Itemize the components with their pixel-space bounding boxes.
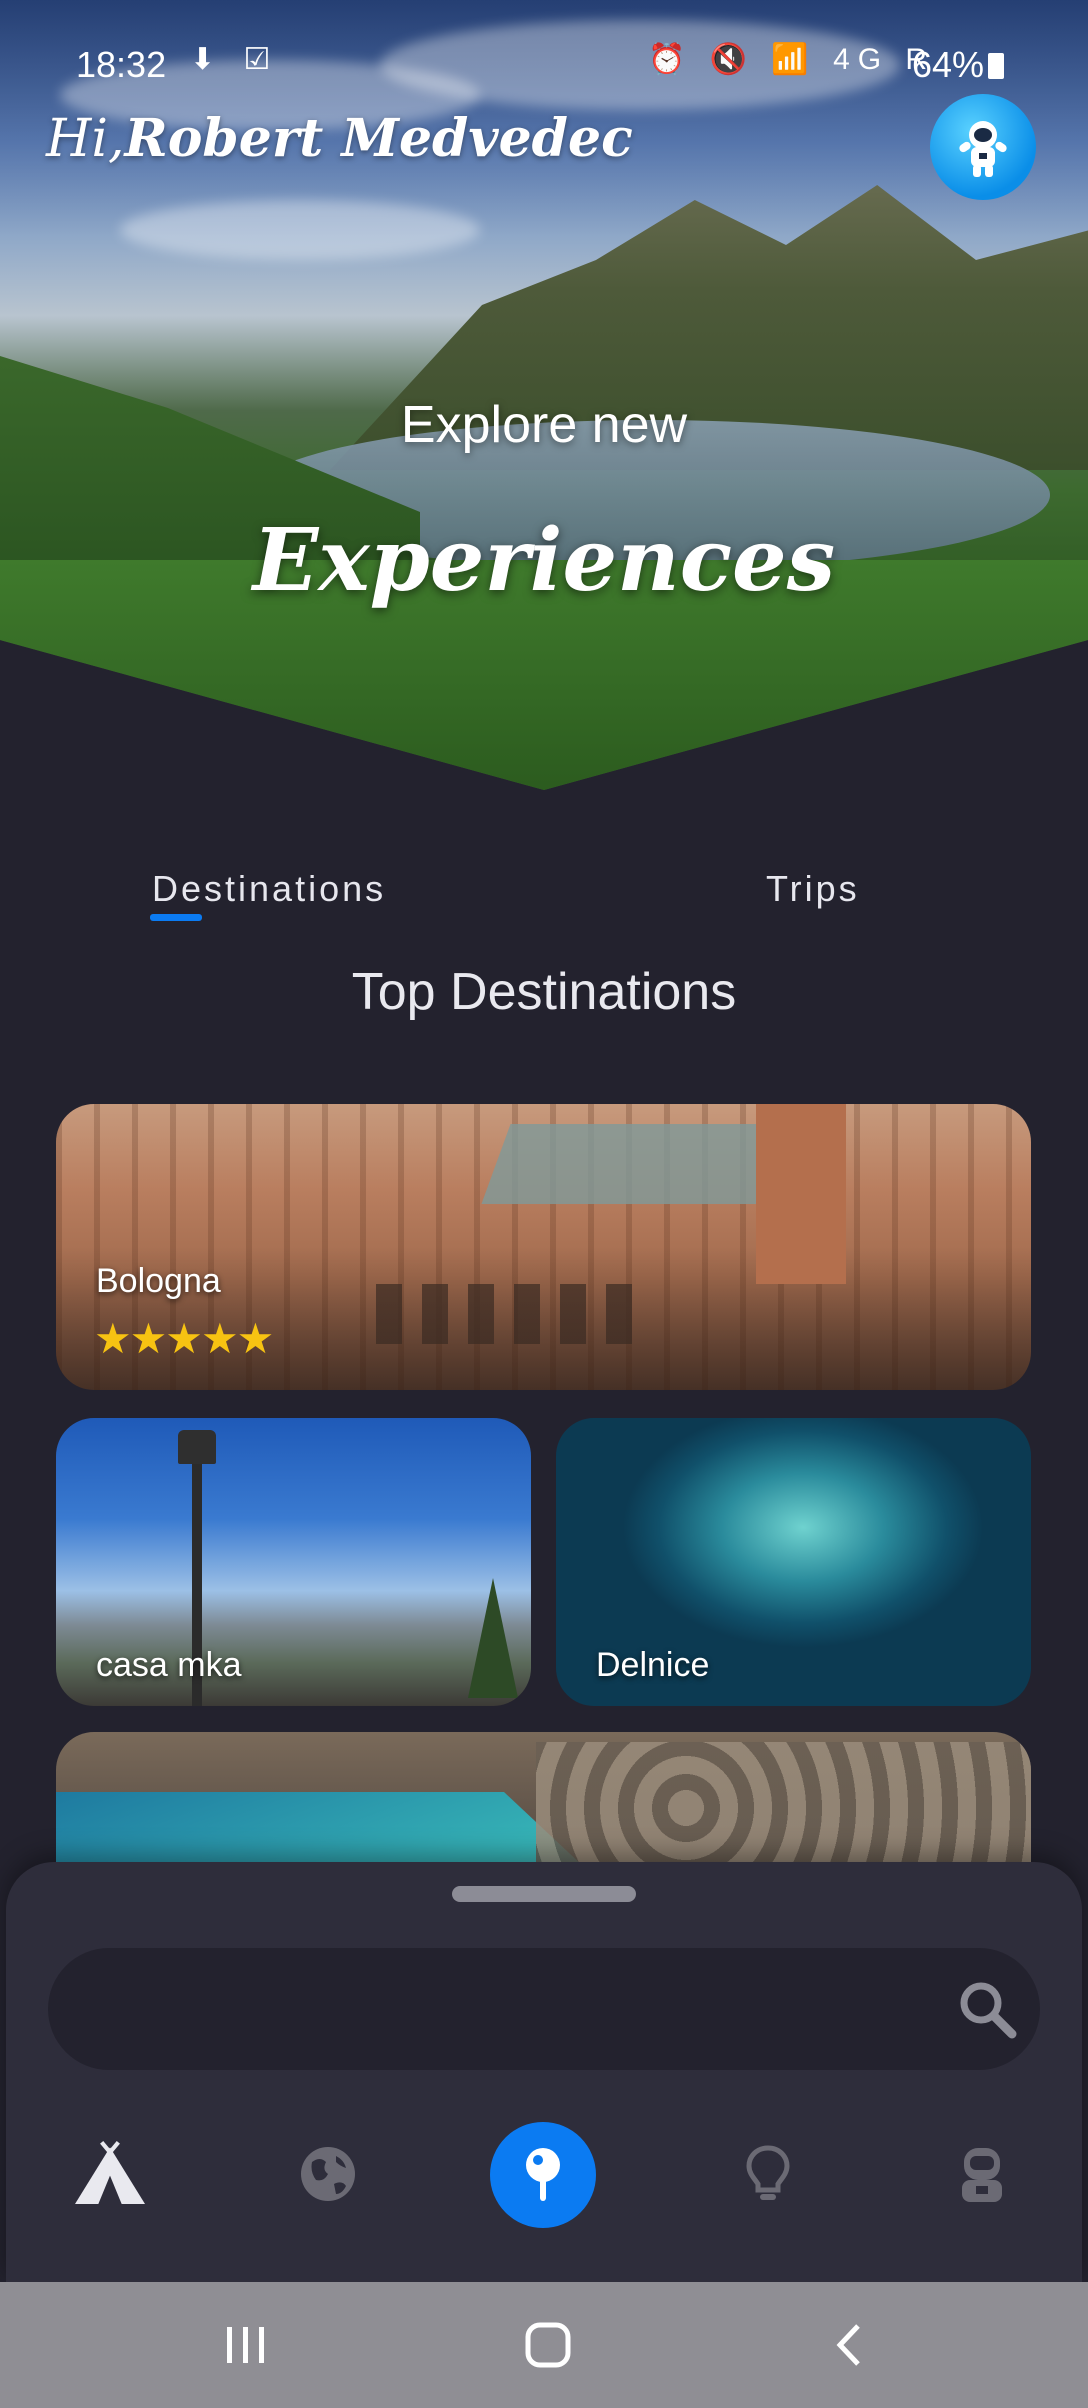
- hero-title: Experiences: [252, 510, 836, 611]
- lightbulb-icon: [746, 2145, 790, 2200]
- status-bar: 18:32 ⬇ ☑ ⏰ 🔇 📶 4G R 64%: [0, 40, 1088, 90]
- user-name: Robert Medvedec: [124, 108, 633, 169]
- back-button[interactable]: [820, 2320, 880, 2370]
- card-image-detail: [468, 1578, 518, 1698]
- globe-icon: [301, 2147, 355, 2201]
- camp-tent-icon: [75, 2140, 145, 2204]
- tab-destinations[interactable]: Destinations: [152, 868, 386, 910]
- active-tab-indicator: [150, 914, 202, 921]
- card-image-detail: [178, 1430, 216, 1464]
- status-time: 18:32: [76, 44, 167, 85]
- battery-icon: [988, 53, 1005, 79]
- system-status-icons: ⏰ 🔇 📶 4G R: [648, 43, 936, 76]
- card-image-detail: [756, 1104, 846, 1284]
- star-rating: ★★★★★: [94, 1314, 274, 1363]
- nav-ideas[interactable]: [728, 2134, 808, 2214]
- battery-level: 64%: [912, 44, 1005, 86]
- profile-avatar-button[interactable]: [930, 94, 1036, 200]
- greeting: Hi,Robert Medvedec: [46, 108, 633, 169]
- cloud: [120, 200, 480, 260]
- card-image-detail: [376, 1284, 636, 1344]
- nav-map-active[interactable]: [490, 2122, 596, 2228]
- map-pin-icon: [526, 2148, 560, 2201]
- nav-explore[interactable]: [288, 2134, 368, 2214]
- section-title: Top Destinations: [351, 963, 737, 1021]
- recent-apps-button[interactable]: [216, 2320, 276, 2370]
- destination-card-casa-mka[interactable]: casa mka: [56, 1418, 531, 1706]
- nav-camp[interactable]: [70, 2134, 150, 2214]
- bottom-sheet[interactable]: [6, 1862, 1082, 2282]
- nav-profile[interactable]: [942, 2134, 1022, 2214]
- search-input[interactable]: [48, 1948, 1040, 2070]
- destination-name: Bologna: [96, 1262, 221, 1300]
- tab-trips[interactable]: Trips: [766, 868, 860, 910]
- hero-subtitle: Explore new: [400, 396, 688, 454]
- system-navigation-bar: [0, 2282, 1088, 2408]
- astronaut-icon: [959, 121, 1007, 177]
- home-button[interactable]: [518, 2320, 578, 2370]
- drag-handle[interactable]: [452, 1886, 636, 1902]
- search-icon[interactable]: [956, 1978, 1018, 2040]
- recent-apps-icon: [227, 2327, 264, 2363]
- destination-card-bologna[interactable]: Bologna ★★★★★: [56, 1104, 1031, 1390]
- home-icon: [525, 2322, 571, 2368]
- astronaut-profile-icon: [962, 2148, 1002, 2202]
- destination-name: Delnice: [596, 1646, 710, 1684]
- destination-name: casa mka: [96, 1646, 242, 1684]
- notification-icons: ⬇ ☑: [190, 43, 281, 76]
- greeting-prefix: Hi,: [46, 109, 125, 169]
- destination-card-delnice[interactable]: Delnice: [556, 1418, 1031, 1706]
- back-chevron-icon: [836, 2324, 860, 2366]
